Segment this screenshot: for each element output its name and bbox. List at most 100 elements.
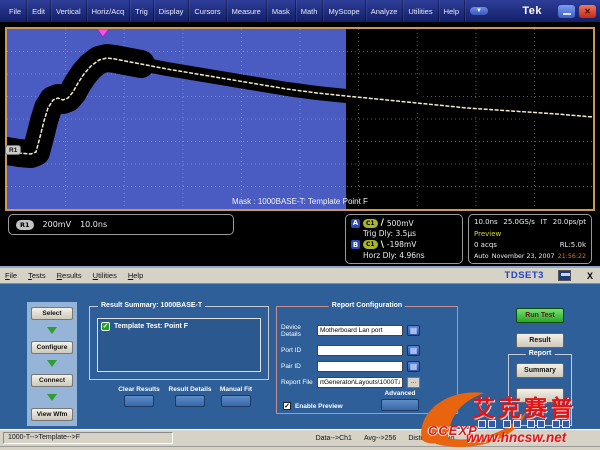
date: November 23, 2007 <box>492 253 555 260</box>
menu-math[interactable]: Math <box>296 0 324 22</box>
menu-myscope[interactable]: MyScope <box>323 0 365 22</box>
tdset3-app-icon[interactable] <box>558 270 571 281</box>
horizontal-scale: 10.0ns <box>474 218 498 226</box>
connect-button[interactable]: Connect <box>31 374 73 387</box>
app-close-button[interactable]: X <box>585 271 595 281</box>
sampling-mode: IT <box>541 218 547 226</box>
menu-horiz-acq[interactable]: Horiz/Acq <box>87 0 131 22</box>
result-details-label: Result Details <box>169 386 212 393</box>
advanced-button[interactable] <box>381 399 419 411</box>
status-disturber: Disturber-->No <box>408 435 454 442</box>
oscilloscope-screen: File Edit Vertical Horiz/Acq Trig Displa… <box>0 0 600 450</box>
status-averages: Avg-->256 <box>364 435 396 442</box>
menu-help[interactable]: Help <box>439 0 465 22</box>
clear-results-label: Clear Results <box>118 386 160 393</box>
browse-button[interactable]: ... <box>407 377 420 388</box>
app-menu-help[interactable]: Help <box>128 271 143 280</box>
horizontal-delay: Horz Dly: 4.96ns <box>363 251 425 260</box>
report-file-field[interactable] <box>317 377 403 388</box>
enable-preview-label: Enable Preview <box>295 403 343 410</box>
keypad-icon[interactable]: ▦ <box>407 361 420 372</box>
keypad-icon[interactable]: ▦ <box>407 345 420 356</box>
menu-cursors[interactable]: Cursors <box>189 0 226 22</box>
close-button[interactable]: ✕ <box>579 5 596 18</box>
manual-fit-label: Manual Fit <box>220 386 252 393</box>
port-id-field[interactable] <box>317 345 403 356</box>
status-bar: 1000-T-->Template-->F Data-->Ch1 Avg-->2… <box>0 429 600 446</box>
select-button[interactable]: Select <box>31 307 73 320</box>
clear-results-key[interactable] <box>124 395 154 407</box>
menu-file[interactable]: File <box>4 0 27 22</box>
report-group-title: Report <box>526 350 555 357</box>
app-menu-results[interactable]: Results <box>57 271 82 280</box>
report-file-label: Report File <box>281 379 317 386</box>
rising-edge-icon: / <box>381 218 384 228</box>
keypad-icon[interactable]: ▦ <box>407 325 420 336</box>
app-menu-utilities[interactable]: Utilities <box>93 271 117 280</box>
app-icon-glyph <box>561 273 570 276</box>
manual-fit-button[interactable]: Manual Fit <box>209 386 263 407</box>
result-summary-group: Result Summary: 1000BASE-T ✓ Template Te… <box>89 306 269 380</box>
trigger-b-source-badge: C1 <box>363 240 378 249</box>
configure-button[interactable]: Configure <box>31 341 73 354</box>
menu-analyze[interactable]: Analyze <box>366 0 404 22</box>
ref-vertical-scale: 200mV <box>43 220 72 229</box>
arrow-down-icon <box>47 360 57 367</box>
run-test-button[interactable]: Run Test <box>516 308 564 323</box>
mask-title: Mask : 1000BASE-T: Template Point F <box>7 197 593 206</box>
pass-check-icon: ✓ <box>101 322 110 331</box>
view-wfm-button[interactable]: View Wfm <box>31 408 73 421</box>
arrow-down-icon <box>47 394 57 401</box>
ref-horizontal-scale: 10.0ns <box>80 220 107 229</box>
sample-rate: 25.0GS/s <box>503 218 534 226</box>
preview-status: Preview <box>474 230 501 238</box>
pair-id-label: Pair ID <box>281 363 317 370</box>
result-details-key[interactable] <box>175 395 205 407</box>
menu-display[interactable]: Display <box>154 0 190 22</box>
trigger-a-badge: A <box>351 219 360 228</box>
menu-measure[interactable]: Measure <box>227 0 267 22</box>
ref-readout: R1 200mV 10.0ns <box>8 214 234 235</box>
menu-trig[interactable]: Trig <box>130 0 154 22</box>
scope-menubar: File Edit Vertical Horiz/Acq Trig Displa… <box>0 0 600 22</box>
result-item-label: Template Test: Point F <box>114 323 188 330</box>
app-menu-tests[interactable]: Tests <box>28 271 46 280</box>
trigger-b-badge: B <box>351 240 360 249</box>
minimize-button[interactable] <box>558 5 575 18</box>
enable-preview-checkbox[interactable]: ✓ Enable Preview <box>283 402 343 410</box>
ref-waveform-marker[interactable]: R1 <box>5 145 21 155</box>
menu-vertical[interactable]: Vertical <box>51 0 87 22</box>
app-title: TDSET3 <box>505 270 544 281</box>
status-config: Data-->Ch1 Avg-->256 Disturber-->No <box>173 435 597 442</box>
tdset3-window: File Tests Results Utilities Help TDSET3… <box>0 266 600 450</box>
clear-results-button[interactable]: Clear Results <box>112 386 166 407</box>
step-panel: Select Configure Connect View Wfm <box>27 302 77 426</box>
result-summary-title: Result Summary: 1000BASE-T <box>98 302 205 309</box>
menu-utilities[interactable]: Utilities <box>403 0 438 22</box>
waveform-display: Mask : 1000BASE-T: Template Point F R1 <box>0 22 600 212</box>
chevron-down-icon[interactable]: ▼ <box>470 7 488 15</box>
menu-edit[interactable]: Edit <box>27 0 51 22</box>
falling-edge-icon: \ <box>381 240 384 250</box>
trigger-a-level: 500mV <box>387 219 414 228</box>
result-button[interactable]: Result <box>516 333 564 348</box>
summary-button[interactable]: Summary <box>516 363 564 378</box>
app-menubar: File Tests Results Utilities Help TDSET3… <box>0 268 600 284</box>
advanced-label: Advanced <box>377 390 423 397</box>
result-summary-list: ✓ Template Test: Point F <box>97 318 261 372</box>
report-configuration-group: Report Configuration Device Details ▦ Po… <box>276 306 458 414</box>
status-test-path: 1000-T-->Template-->F <box>3 432 173 444</box>
list-item[interactable]: ✓ Template Test: Point F <box>101 322 257 331</box>
manual-fit-key[interactable] <box>221 395 251 407</box>
trigger-a-source-badge: C1 <box>363 219 378 228</box>
app-menu-file[interactable]: File <box>5 271 17 280</box>
menu-mask[interactable]: Mask <box>267 0 296 22</box>
minimize-icon <box>563 13 571 15</box>
trigger-mode: Auto <box>474 253 489 260</box>
readout-bar: R1 200mV 10.0ns A C1 / 500mV Trig Dly: 3… <box>0 212 600 266</box>
device-details-field[interactable] <box>317 325 403 336</box>
arrow-down-icon <box>47 327 57 334</box>
report-details-button[interactable] <box>516 388 564 403</box>
ref-badge: R1 <box>16 220 34 230</box>
pair-id-field[interactable] <box>317 361 403 372</box>
